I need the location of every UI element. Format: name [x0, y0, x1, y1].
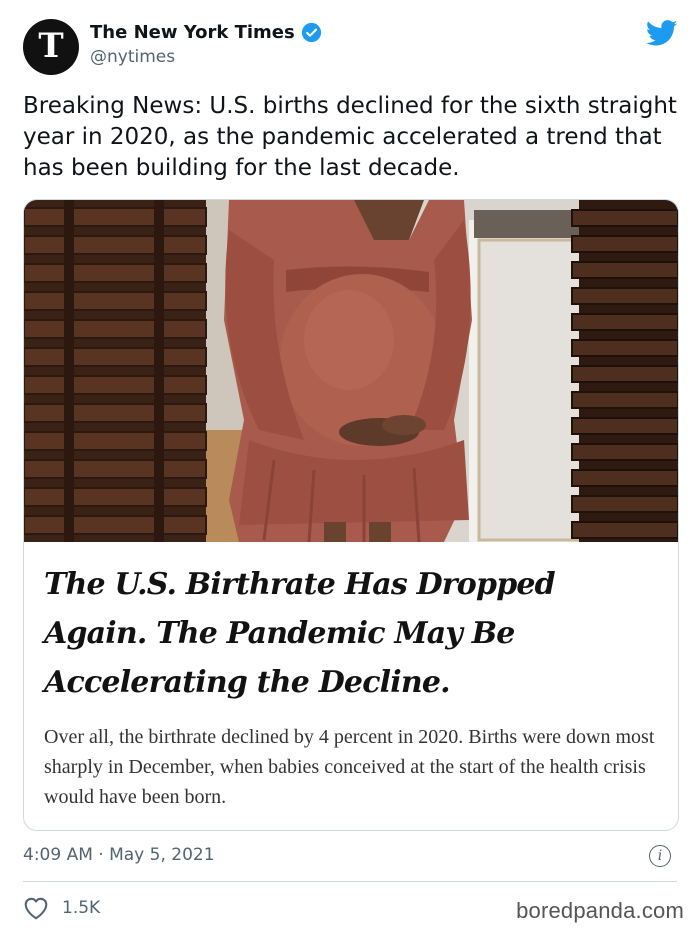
like-count: 1.5K [62, 898, 101, 918]
like-button[interactable]: 1.5K [23, 896, 100, 920]
tweet: T The New York Times @nytimes Breaking N… [0, 0, 700, 935]
author-handle[interactable]: @nytimes [90, 47, 175, 67]
tweet-text: Breaking News: U.S. births declined for … [23, 93, 677, 181]
author-display-name[interactable]: The New York Times [90, 22, 295, 43]
heart-outline-icon [24, 897, 48, 920]
article-photo [24, 200, 678, 542]
wood-screen-right [571, 200, 678, 542]
wood-screen-left [24, 200, 207, 542]
verified-badge-icon [301, 22, 321, 43]
link-card[interactable]: The U.S. Birthrate Has Dropped Again. Th… [23, 199, 679, 831]
article-summary: Over all, the birthrate declined by 4 pe… [44, 726, 655, 808]
avatar-logo: T [38, 26, 64, 66]
author-name-row: The New York Times [90, 22, 322, 43]
twitter-bird-icon[interactable] [646, 20, 678, 47]
tweet-timestamp[interactable]: 4:09 AM · May 5, 2021 [23, 845, 215, 865]
pregnant-woman [224, 200, 472, 542]
info-icon[interactable]: i [649, 845, 671, 867]
article-headline[interactable]: The U.S. Birthrate Has Dropped Again. Th… [44, 560, 664, 707]
divider [23, 881, 677, 882]
watermark: boredpanda.com [516, 898, 684, 923]
avatar[interactable]: T [23, 19, 79, 75]
